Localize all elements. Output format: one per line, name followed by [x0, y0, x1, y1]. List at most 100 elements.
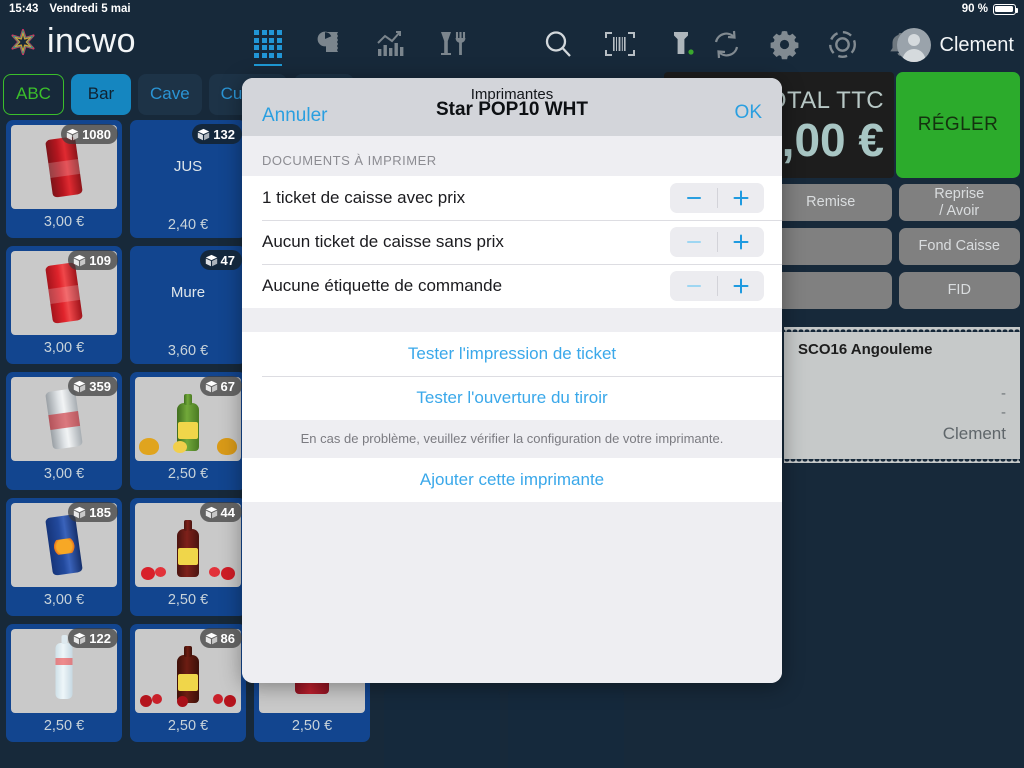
product-price: 3,00 € — [43, 340, 85, 356]
product-price: 3,00 € — [43, 592, 85, 608]
restaurant-icon[interactable] — [434, 24, 474, 64]
search-icon[interactable] — [538, 24, 578, 64]
section-gap — [242, 308, 782, 332]
product-price: 2,50 € — [167, 592, 209, 608]
add-printer-button[interactable]: Ajouter cette imprimante — [242, 458, 782, 502]
barcode-icon[interactable] — [600, 24, 640, 64]
product-price: 2,50 € — [167, 466, 209, 482]
product-tile[interactable]: 359 3,00 € — [6, 372, 122, 490]
minus-icon — [686, 197, 701, 199]
box-icon — [205, 254, 217, 266]
status-bar-right: 90 % — [962, 3, 1019, 15]
fruit-decor — [139, 681, 237, 707]
quantity-stepper[interactable] — [670, 271, 764, 301]
stock-value: 1080 — [82, 126, 111, 142]
user-name: Clement — [939, 33, 1014, 56]
product-tile[interactable]: 1080 3,00 € — [6, 120, 122, 238]
product-tile[interactable]: 132 JUS 2,40 € — [130, 120, 246, 238]
plus-icon — [733, 278, 748, 294]
function-button-fond-caisse[interactable]: Fond Caisse — [898, 228, 1020, 265]
stock-badge: 359 — [68, 376, 118, 396]
incwo-star-logo — [11, 28, 35, 55]
box-icon — [74, 254, 86, 266]
background-tile — [384, 688, 500, 768]
app-header: incwo Clement — [0, 18, 1024, 70]
plus-button[interactable] — [717, 271, 764, 301]
stock-value: 86 — [220, 630, 235, 646]
product-tile[interactable]: 47 Mure 3,60 € — [130, 246, 246, 364]
document-row[interactable]: Aucun ticket de caisse sans prix — [242, 220, 782, 264]
grid-icon[interactable] — [248, 24, 288, 66]
flashlight-icon[interactable] — [662, 24, 702, 64]
product-price: 3,60 € — [167, 343, 209, 359]
function-button-grid: Remise Reprise / Avoir Fond Caisse FID — [770, 184, 1020, 309]
function-button-remise[interactable]: Remise — [770, 184, 892, 221]
fruit-decor — [139, 429, 237, 455]
product-price: 3,00 € — [43, 466, 85, 482]
plus-button[interactable] — [717, 183, 764, 213]
function-button-fid[interactable]: FID — [898, 272, 1020, 309]
category-tab-cave[interactable]: Cave — [137, 73, 202, 115]
product-tile[interactable]: 44 2,50 € — [130, 498, 246, 616]
modal-empty-area — [242, 502, 782, 683]
minus-button-disabled — [670, 271, 717, 301]
background-tile — [508, 688, 624, 768]
quantity-stepper[interactable] — [670, 183, 764, 213]
modal-navbar: Annuler Imprimantes Star POP10 WHT OK — [242, 78, 782, 136]
stock-badge: 67 — [199, 376, 242, 396]
fruit-decor — [139, 555, 237, 581]
plus-icon — [733, 234, 748, 250]
stock-value: 109 — [89, 252, 111, 268]
stock-value: 122 — [89, 630, 111, 646]
gear-icon[interactable] — [764, 24, 804, 64]
receipt-icon[interactable] — [310, 24, 350, 64]
test-print-ticket-button[interactable]: Tester l'impression de ticket — [242, 332, 782, 376]
receipt-lines: - - Clement — [798, 384, 1006, 445]
box-icon — [74, 380, 86, 392]
minus-icon — [686, 285, 701, 287]
function-button-reprise-avoir[interactable]: Reprise / Avoir — [898, 184, 1020, 221]
brand-logo[interactable]: incwo — [8, 22, 136, 61]
minus-button[interactable] — [670, 183, 717, 213]
stock-value: 67 — [220, 378, 235, 394]
document-row[interactable]: 1 ticket de caisse avec prix — [242, 176, 782, 220]
category-tab-bar-selected[interactable]: Bar — [70, 73, 131, 115]
ok-button[interactable]: OK — [735, 102, 762, 124]
test-open-drawer-button[interactable]: Tester l'ouverture du tiroir — [242, 376, 782, 420]
ios-status-bar: 15:43 Vendredi 5 mai 90 % — [0, 0, 1024, 18]
function-button-blank-2[interactable] — [770, 272, 892, 309]
section-header-documents: DOCUMENTS À IMPRIMER — [242, 136, 782, 176]
product-tile[interactable]: 185 3,00 € — [6, 498, 122, 616]
stock-badge: 132 — [192, 124, 242, 144]
product-tile[interactable]: 122 2,50 € — [6, 624, 122, 742]
modal-title-subtitle: Imprimantes — [470, 86, 554, 103]
pay-button[interactable]: RÉGLER — [896, 72, 1020, 178]
plus-icon — [733, 190, 748, 206]
lifebuoy-icon[interactable] — [822, 24, 862, 64]
product-price: 2,40 € — [167, 217, 209, 233]
product-tile[interactable]: 109 3,00 € — [6, 246, 122, 364]
product-tile[interactable]: 86 2,50 € — [130, 624, 246, 742]
header-tool-icons — [538, 24, 702, 64]
header-nav-icons — [248, 24, 474, 66]
stock-badge: 44 — [199, 502, 242, 522]
sync-icon[interactable] — [706, 24, 746, 64]
box-icon — [205, 380, 217, 392]
function-button-blank-1[interactable] — [770, 228, 892, 265]
product-price: 3,00 € — [43, 214, 85, 230]
receipt-line-2: - — [1001, 404, 1006, 422]
product-tile[interactable]: 67 2,50 € — [130, 372, 246, 490]
stock-value: 47 — [220, 252, 235, 268]
receipt-preview[interactable]: SCO16 Angouleme - - Clement — [784, 327, 1020, 463]
minus-icon — [686, 241, 701, 243]
receipt-store-name: SCO16 Angouleme — [798, 341, 933, 358]
cancel-button[interactable]: Annuler — [262, 105, 328, 127]
chart-icon[interactable] — [372, 24, 412, 64]
plus-button[interactable] — [717, 227, 764, 257]
stock-value: 185 — [89, 504, 111, 520]
quantity-stepper[interactable] — [670, 227, 764, 257]
status-date: Vendredi 5 mai — [49, 3, 131, 15]
category-tab-abc[interactable]: ABC — [3, 73, 64, 115]
document-row[interactable]: Aucune étiquette de commande — [242, 264, 782, 308]
user-menu[interactable]: Clement — [896, 28, 1014, 62]
